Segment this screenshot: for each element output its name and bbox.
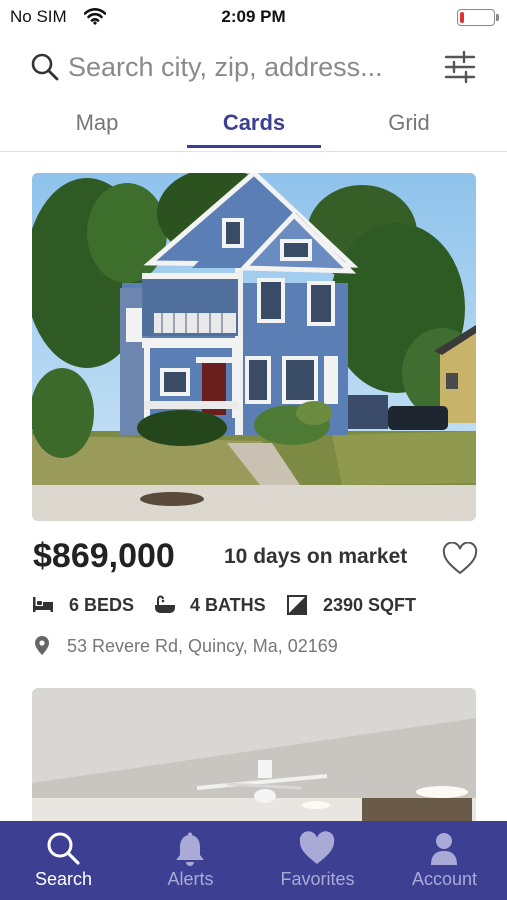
nav-search[interactable]: Search <box>0 821 127 900</box>
bathtub-icon <box>155 595 175 613</box>
listing-specs: 6 BEDS 4 BATHS 2390 SQFT <box>32 592 492 622</box>
listing-address: 53 Revere Rd, Quincy, Ma, 02169 <box>32 633 492 661</box>
search-input[interactable]: Search city, zip, address... <box>68 52 383 83</box>
favorite-heart-icon[interactable] <box>442 542 478 576</box>
nav-alerts-label: Alerts <box>167 869 214 889</box>
filter-sliders-icon[interactable] <box>444 49 476 85</box>
square-footage-icon <box>287 595 307 615</box>
status-bar: No SIM 2:09 PM <box>0 0 507 34</box>
nav-account-label: Account <box>411 869 478 889</box>
battery-level <box>460 12 464 23</box>
search-icon <box>47 832 80 865</box>
search-bar[interactable]: Search city, zip, address... <box>0 44 507 92</box>
beds-count: 6 BEDS <box>69 595 135 615</box>
view-tabs: Map Cards Grid <box>0 100 507 152</box>
location-pin-icon <box>35 636 49 655</box>
tab-cards[interactable]: Cards <box>187 110 321 136</box>
sqft-value: 2390 SQFT <box>323 595 417 615</box>
nav-alerts[interactable]: Alerts <box>127 821 254 900</box>
battery-icon <box>457 9 499 26</box>
nav-account[interactable]: Account <box>381 821 507 900</box>
address-text: 53 Revere Rd, Quincy, Ma, 02169 <box>67 636 338 656</box>
nav-search-label: Search <box>34 869 93 889</box>
tab-map[interactable]: Map <box>30 110 164 136</box>
listing-price: $869,000 <box>33 537 175 575</box>
nav-favorites[interactable]: Favorites <box>254 821 381 900</box>
tab-grid[interactable]: Grid <box>342 110 476 136</box>
heart-icon <box>299 831 335 864</box>
bed-icon <box>33 597 53 612</box>
listing-photo[interactable] <box>32 173 476 521</box>
person-icon <box>431 833 457 865</box>
active-tab-indicator <box>187 145 321 148</box>
status-time: 2:09 PM <box>221 7 286 26</box>
bell-icon <box>176 832 204 866</box>
nav-favorites-label: Favorites <box>280 869 355 889</box>
days-on-market: 10 days on market <box>224 545 408 568</box>
listing-photo[interactable] <box>32 688 476 828</box>
baths-count: 4 BATHS <box>190 595 266 615</box>
search-icon <box>31 53 59 81</box>
bottom-navigation: Search Alerts Favorites Account <box>0 821 507 900</box>
